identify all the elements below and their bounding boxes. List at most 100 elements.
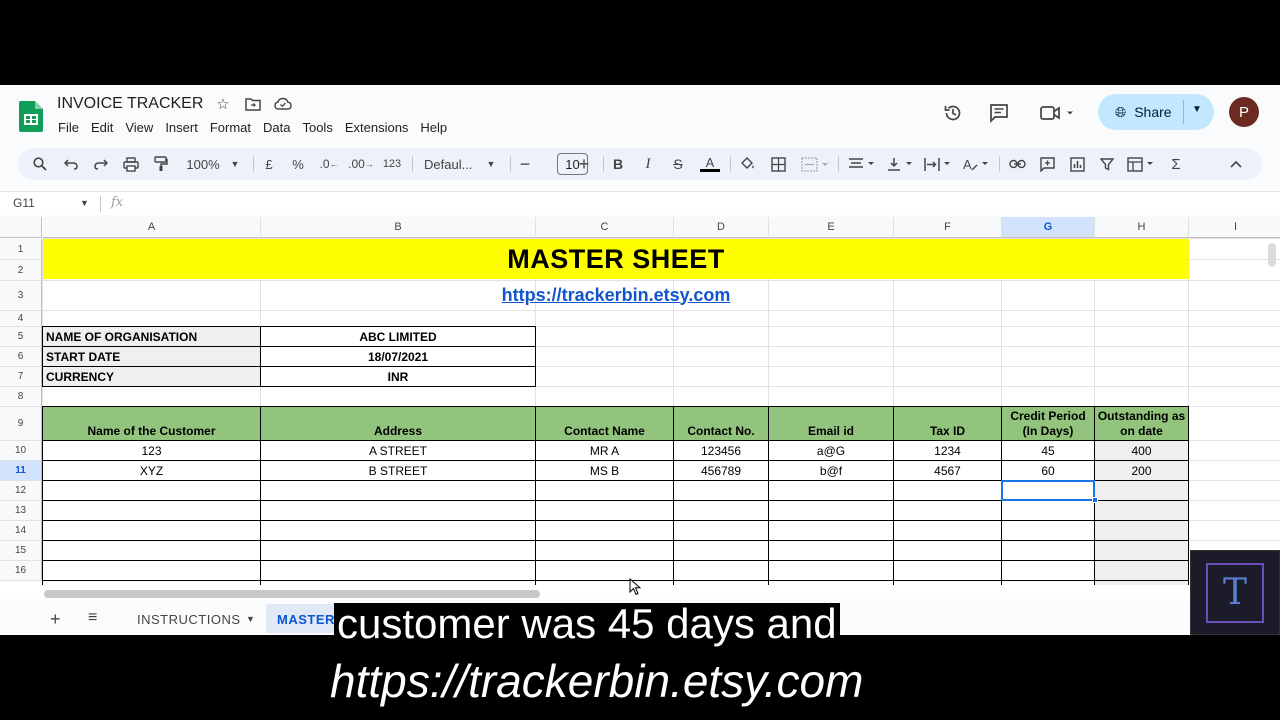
- cell-credit-period[interactable]: 45: [1002, 441, 1094, 460]
- column-header-i[interactable]: I: [1189, 217, 1280, 238]
- font-family-select[interactable]: Defaul...: [424, 154, 486, 174]
- account-avatar[interactable]: P: [1229, 97, 1259, 127]
- share-dropdown-chevron-icon[interactable]: ▼: [1192, 104, 1202, 115]
- horizontal-scrollbar[interactable]: [44, 590, 540, 598]
- header-address[interactable]: Address: [261, 407, 535, 440]
- header-contact-name[interactable]: Contact Name: [536, 407, 673, 440]
- tab-chevron-down-icon[interactable]: ▼: [246, 614, 255, 624]
- strikethrough-icon[interactable]: S: [670, 154, 686, 174]
- fill-color-icon[interactable]: [738, 154, 756, 174]
- row-header-12[interactable]: 12: [0, 481, 42, 501]
- row-header-7[interactable]: 7: [0, 367, 42, 387]
- search-menus-icon[interactable]: [32, 154, 48, 174]
- row-header-15[interactable]: 15: [0, 541, 42, 561]
- text-wrapping-icon[interactable]: [923, 154, 953, 174]
- cell-customer-name[interactable]: XYZ: [43, 461, 260, 480]
- tab-instructions[interactable]: INSTRUCTIONS: [137, 612, 241, 627]
- row-header-2[interactable]: 2: [0, 260, 42, 281]
- text-color-icon[interactable]: A: [699, 154, 721, 174]
- cell-email-id[interactable]: b@f: [769, 461, 893, 480]
- tab-master[interactable]: MASTER: [277, 612, 335, 627]
- menu-view[interactable]: View: [125, 120, 153, 135]
- cell-contact-name[interactable]: MR A: [536, 441, 673, 460]
- active-cell-selection[interactable]: [1001, 480, 1095, 501]
- menu-data[interactable]: Data: [263, 120, 290, 135]
- version-history-icon[interactable]: [942, 102, 964, 124]
- cell-contact-no[interactable]: 456789: [674, 461, 768, 480]
- name-box-chevron-down-icon[interactable]: ▼: [80, 198, 89, 208]
- document-title[interactable]: INVOICE TRACKER: [57, 95, 203, 113]
- header-outstanding[interactable]: Outstanding as on date: [1095, 407, 1188, 440]
- header-credit-period[interactable]: Credit Period (In Days): [1002, 407, 1094, 440]
- row-header-6[interactable]: 6: [0, 347, 42, 367]
- cell-address[interactable]: B STREET: [261, 461, 535, 480]
- format-currency-button[interactable]: £: [262, 154, 276, 174]
- vertical-scrollbar[interactable]: [1268, 243, 1276, 267]
- column-header-g[interactable]: G: [1002, 217, 1095, 238]
- row-header-13[interactable]: 13: [0, 501, 42, 521]
- text-rotation-icon[interactable]: A: [961, 154, 991, 174]
- print-icon[interactable]: [122, 154, 140, 174]
- cloud-saved-icon[interactable]: [274, 95, 292, 113]
- insert-comment-icon[interactable]: [1038, 154, 1056, 174]
- horizontal-align-icon[interactable]: [847, 154, 877, 174]
- row-header-10[interactable]: 10: [0, 441, 42, 461]
- column-header-c[interactable]: C: [536, 217, 674, 238]
- menu-extensions[interactable]: Extensions: [345, 120, 409, 135]
- row-header-14[interactable]: 14: [0, 521, 42, 541]
- menu-edit[interactable]: Edit: [91, 120, 113, 135]
- column-header-f[interactable]: F: [894, 217, 1002, 238]
- row-header-16[interactable]: 16: [0, 561, 42, 581]
- cell-contact-name[interactable]: MS B: [536, 461, 673, 480]
- increase-font-size-icon[interactable]: +: [577, 154, 591, 174]
- row-header-1[interactable]: 1: [0, 239, 42, 260]
- zoom-select[interactable]: 100%: [184, 154, 222, 174]
- column-header-h[interactable]: H: [1095, 217, 1189, 238]
- format-percent-button[interactable]: %: [290, 154, 306, 174]
- header-customer-name[interactable]: Name of the Customer: [43, 407, 260, 440]
- sheets-logo-icon[interactable]: [19, 101, 43, 132]
- select-all-corner[interactable]: [0, 217, 42, 238]
- cell-email-id[interactable]: a@G: [769, 441, 893, 460]
- increase-decimal-button[interactable]: .00 →: [348, 154, 374, 174]
- spreadsheet-grid[interactable]: ABCDEFGHI 1 2 3 4 5 6 7 8 9 10 11 12 13 14 15 16 MASTER…: [0, 217, 1280, 593]
- filter-icon[interactable]: [1099, 154, 1115, 174]
- cell-customer-name[interactable]: 123: [43, 441, 260, 460]
- comments-icon[interactable]: [988, 102, 1010, 124]
- row-header-4[interactable]: 4: [0, 311, 42, 327]
- zoom-chevron-down-icon[interactable]: ▼: [230, 154, 240, 174]
- italic-icon[interactable]: I: [641, 154, 655, 174]
- all-sheets-menu-icon[interactable]: ≡: [88, 609, 97, 627]
- menu-tools[interactable]: Tools: [302, 120, 332, 135]
- cell-outstanding[interactable]: 400: [1095, 441, 1188, 460]
- header-contact-no[interactable]: Contact No.: [674, 407, 768, 440]
- more-formats-button[interactable]: 123: [380, 154, 404, 174]
- decrease-font-size-icon[interactable]: −: [518, 154, 532, 174]
- share-button[interactable]: 🌐︎ Share ▼: [1098, 94, 1214, 130]
- cell-contact-no[interactable]: 123456: [674, 441, 768, 460]
- bold-icon[interactable]: B: [611, 154, 625, 174]
- merge-cells-icon[interactable]: [800, 154, 830, 174]
- redo-icon[interactable]: [93, 154, 109, 174]
- decrease-decimal-button[interactable]: .0 ←: [318, 154, 340, 174]
- sheet-title[interactable]: MASTER SHEET: [43, 239, 1189, 279]
- add-sheet-icon[interactable]: +: [50, 609, 61, 630]
- row-header-11[interactable]: 11: [0, 461, 42, 481]
- column-header-e[interactable]: E: [769, 217, 894, 238]
- collapse-toolbar-chevron-up-icon[interactable]: [1229, 154, 1243, 174]
- fill-handle[interactable]: [1092, 497, 1098, 503]
- move-folder-icon[interactable]: [244, 95, 262, 113]
- cell-tax-id[interactable]: 1234: [894, 441, 1001, 460]
- row-header-5[interactable]: 5: [0, 327, 42, 347]
- vertical-align-icon[interactable]: [885, 154, 915, 174]
- cell-address[interactable]: A STREET: [261, 441, 535, 460]
- cell-outstanding[interactable]: 200: [1095, 461, 1188, 480]
- star-icon[interactable]: ☆: [214, 95, 232, 113]
- cell-tax-id[interactable]: 4567: [894, 461, 1001, 480]
- row-header-3[interactable]: 3: [0, 281, 42, 311]
- row-header-8[interactable]: 8: [0, 387, 42, 407]
- header-tax-id[interactable]: Tax ID: [894, 407, 1001, 440]
- column-header-b[interactable]: B: [261, 217, 536, 238]
- cell-credit-period[interactable]: 60: [1002, 461, 1094, 480]
- menu-insert[interactable]: Insert: [165, 120, 198, 135]
